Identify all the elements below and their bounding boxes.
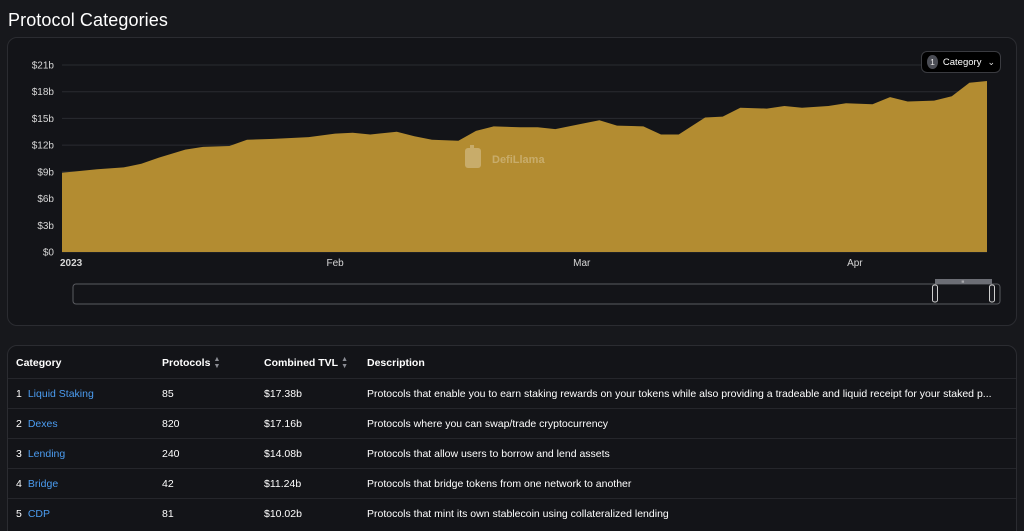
row-description: Protocols where you can swap/trade crypt…: [367, 418, 609, 430]
y-tick-label: $6b: [37, 194, 54, 205]
row-protocols: 85: [162, 388, 174, 400]
row-description: Protocols that enable you to earn stakin…: [367, 388, 992, 400]
y-tick-label: $15b: [32, 114, 55, 125]
x-axis-ticks: 2023 Feb Mar Apr: [60, 258, 863, 269]
range-slider-right-handle[interactable]: [989, 284, 995, 303]
table-row: 3 Lending 240 $14.08b Protocols that allo…: [8, 438, 1016, 468]
chart-area-layer: [62, 81, 987, 252]
row-tvl: $17.16b: [264, 418, 302, 430]
category-select-label: Category: [942, 56, 982, 68]
row-tvl: $14.08b: [264, 448, 302, 460]
row-description: Protocols that mint its own stablecoin u…: [367, 508, 669, 520]
y-tick-label: $18b: [32, 87, 55, 98]
y-tick-label: $12b: [32, 141, 55, 152]
category-link[interactable]: CDP: [28, 508, 50, 520]
header-protocols-label: Protocols: [162, 357, 211, 369]
categories-table: Category Protocols ▲ ▼ Combined TVL ▲ ▼ Desc…: [7, 345, 1017, 531]
header-description: Description: [367, 348, 1011, 378]
table-row: 5 CDP 81 $10.02b Protocols that mint its …: [8, 498, 1016, 528]
table-row: 4 Bridge 42 $11.24b Protocols that bridge…: [8, 468, 1016, 498]
x-tick-label: Apr: [847, 258, 863, 269]
row-protocols: 240: [162, 448, 180, 460]
y-tick-label: $21b: [32, 61, 55, 72]
row-rank: 1: [16, 388, 22, 400]
x-tick-label: Feb: [326, 258, 344, 269]
tvl-area-series: [62, 81, 987, 252]
row-tvl: $17.38b: [264, 388, 302, 400]
table-row: 1 Liquid Staking 85 $17.38b Protocols tha…: [8, 378, 1016, 408]
row-protocols: 81: [162, 508, 174, 520]
header-description-label: Description: [367, 357, 425, 369]
chevron-down-icon: ⌄: [987, 56, 995, 67]
sort-icon[interactable]: ▲ ▼: [341, 356, 348, 370]
range-slider-left-handle[interactable]: [932, 284, 938, 303]
table-header-row: Category Protocols ▲ ▼ Combined TVL ▲ ▼ Desc…: [8, 348, 1016, 378]
y-tick-label: $0: [43, 248, 55, 259]
header-category[interactable]: Category: [16, 348, 161, 378]
range-slider[interactable]: ≡: [72, 279, 1001, 305]
row-description: Protocols that allow users to borrow and…: [367, 448, 610, 460]
y-axis-ticks: $0 $3b $6b $9b $12b $15b $18b $21b: [32, 61, 55, 259]
x-tick-label: 2023: [60, 258, 83, 269]
category-count-badge: 1: [927, 55, 938, 69]
row-protocols: 42: [162, 478, 174, 490]
category-link[interactable]: Bridge: [28, 478, 58, 490]
row-rank: 2: [16, 418, 22, 430]
category-select[interactable]: 1 Category ⌄: [921, 51, 1001, 73]
row-rank: 5: [16, 508, 22, 520]
row-description: Protocols that bridge tokens from one ne…: [367, 478, 632, 490]
row-protocols: 820: [162, 418, 180, 430]
y-tick-label: $3b: [37, 221, 54, 232]
category-link[interactable]: Dexes: [28, 418, 58, 430]
sort-icon[interactable]: ▲ ▼: [213, 356, 220, 370]
category-link[interactable]: Liquid Staking: [28, 388, 94, 400]
table-row: 2 Dexes 820 $17.16b Protocols where you c…: [8, 408, 1016, 438]
llama-logo-icon: [465, 145, 481, 168]
row-rank: 4: [16, 478, 22, 490]
header-combined-tvl[interactable]: Combined TVL ▲ ▼: [264, 348, 364, 378]
row-tvl: $10.02b: [264, 508, 302, 520]
header-tvl-label: Combined TVL: [264, 357, 339, 369]
row-rank: 3: [16, 448, 22, 460]
row-tvl: $11.24b: [264, 478, 302, 490]
range-slider-grip-icon[interactable]: ≡: [962, 280, 965, 286]
tvl-area-chart: $0 $3b $6b $9b $12b $15b $18b $21b 2023 Feb Mar Ap…: [32, 61, 1001, 305]
range-slider-track[interactable]: [72, 283, 1001, 305]
watermark-text: DefiLlama: [492, 154, 545, 166]
header-category-label: Category: [16, 357, 62, 369]
y-tick-label: $9b: [37, 167, 54, 178]
header-protocols[interactable]: Protocols ▲ ▼: [162, 348, 262, 378]
category-link[interactable]: Lending: [28, 448, 65, 460]
x-tick-label: Mar: [573, 258, 591, 269]
